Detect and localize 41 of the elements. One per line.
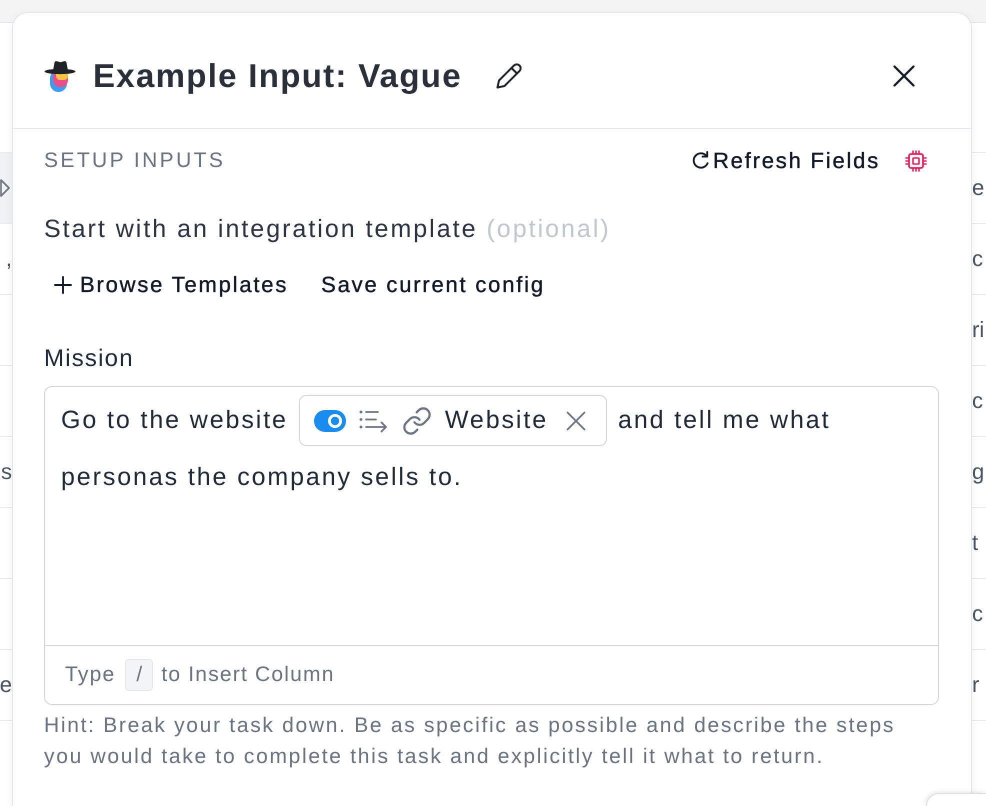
cell-text: ,	[6, 246, 12, 272]
remove-icon[interactable]	[566, 410, 586, 430]
close-icon	[893, 64, 915, 86]
footer-text: Type	[65, 663, 116, 687]
cell-text: g	[972, 459, 984, 485]
play-icon[interactable]	[0, 179, 10, 197]
pencil-icon	[494, 60, 524, 90]
save-config-button[interactable]: Save current config	[311, 264, 555, 306]
dialog-title: Example Input: Vague	[93, 56, 462, 96]
mission-text: Go to the website	[61, 406, 288, 435]
refresh-button[interactable]: Refresh Fields	[690, 148, 880, 174]
mission-text: personas the company sells to.	[61, 463, 463, 492]
cell-text: ri	[972, 317, 984, 343]
section-label: Start with an integration template	[44, 214, 478, 244]
chip-label: Website	[444, 406, 548, 435]
mission-text: and tell me what	[618, 406, 830, 435]
cpu-chip-icon[interactable]	[905, 150, 927, 172]
section-title: SETUP INPUTS	[44, 149, 226, 173]
link-icon	[402, 406, 431, 434]
cell-text: t	[972, 530, 978, 556]
toggle-switch[interactable]	[314, 410, 346, 432]
mission-input[interactable]: Go to the website Website and tell me what personas the company sells to. Type / to Insert Column	[44, 386, 939, 705]
cell-text: c	[972, 601, 983, 627]
plus-icon	[54, 276, 72, 294]
refresh-icon	[690, 151, 711, 171]
column-chip[interactable]: Website	[298, 395, 608, 446]
cell-text: r	[972, 672, 980, 698]
optional-note: (optional)	[486, 214, 611, 244]
hint-text: Hint: Break your task down. Be as specific as possible and describe the steps you would take to complete this task and explicitly tell it what to return.	[44, 713, 896, 770]
edit-button[interactable]	[494, 60, 524, 90]
footer-text: to Insert Column	[161, 663, 335, 687]
browse-templates-button[interactable]: Browse Templates	[44, 264, 298, 306]
cell-text: c	[972, 246, 983, 272]
shortcut-key: /	[125, 659, 154, 691]
cell-text: s	[1, 459, 12, 485]
hat-logo-icon	[44, 58, 76, 92]
cell-text: e	[0, 672, 12, 698]
list-arrow-icon	[358, 408, 389, 432]
cell-text: e	[972, 175, 984, 201]
cell-text: c	[972, 388, 983, 414]
field-label: Mission	[44, 345, 135, 373]
